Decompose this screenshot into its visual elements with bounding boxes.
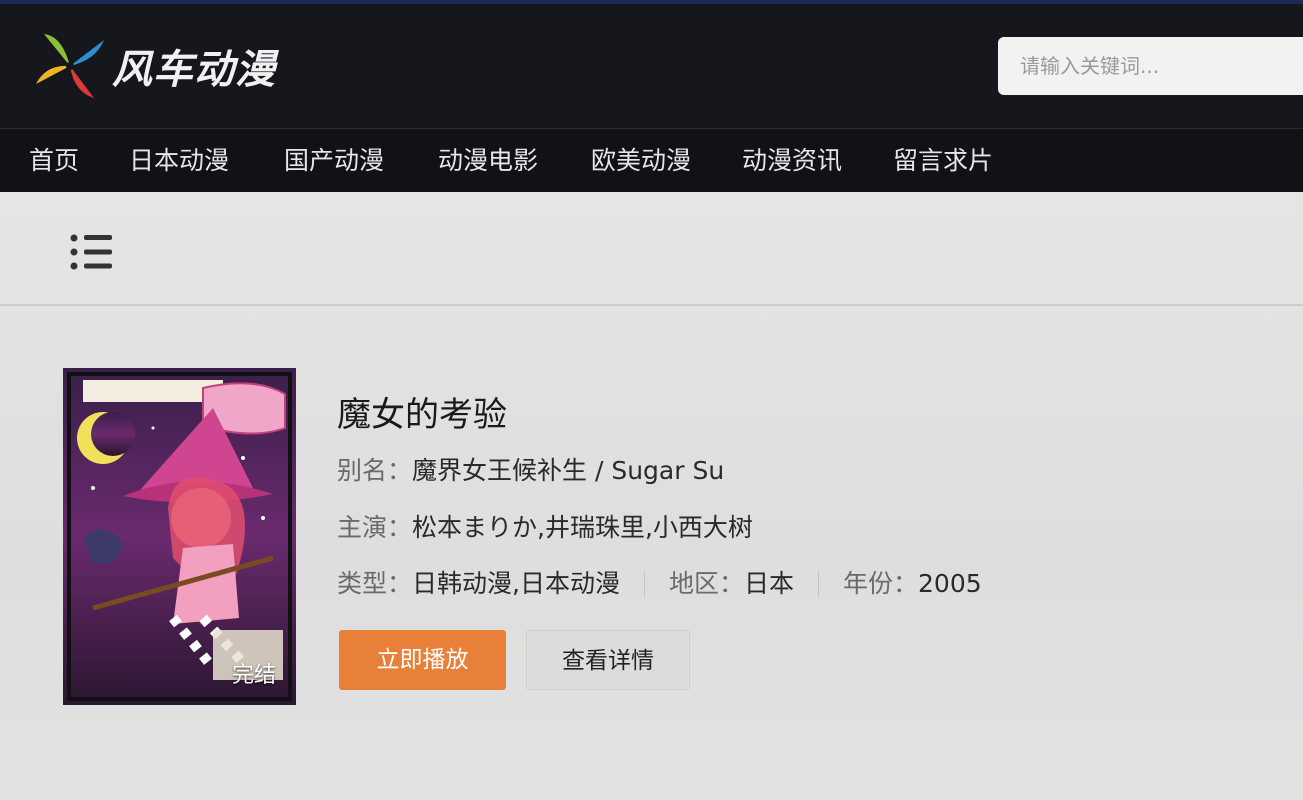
meta-separator <box>818 571 819 597</box>
nav-item-chinese-anime[interactable]: 国产动漫 <box>284 129 384 193</box>
logo-text: 风车动漫 <box>112 47 276 93</box>
cast-value: 松本まりか,井瑞珠里,小西大树 <box>412 513 753 542</box>
play-now-button[interactable]: 立即播放 <box>339 630 506 690</box>
year-label: 年份： <box>843 569 919 598</box>
alias-row: 别名： 魔界女王候补生 / Sugar Su <box>337 454 724 488</box>
view-details-button[interactable]: 查看详情 <box>526 630 690 690</box>
section-divider <box>0 304 1303 306</box>
nav-item-japanese-anime[interactable]: 日本动漫 <box>129 129 229 193</box>
main-content: 完结 魔女的考验 别名： 魔界女王候补生 / Sugar Su 主演： 松本まり… <box>0 192 1303 800</box>
nav-item-western-anime[interactable]: 欧美动漫 <box>591 129 691 193</box>
meta-row: 类型： 日韩动漫,日本动漫 地区： 日本 年份： 2005 <box>337 567 982 601</box>
anime-title: 魔女的考验 <box>337 395 507 435</box>
search-input[interactable] <box>998 37 1303 95</box>
main-nav: 首页 日本动漫 国产动漫 动漫电影 欧美动漫 动漫资讯 留言求片 <box>0 128 1303 192</box>
nav-item-home[interactable]: 首页 <box>29 129 79 193</box>
poster-image[interactable]: 完结 <box>63 368 296 705</box>
alias-label: 别名： <box>337 456 413 485</box>
pinwheel-icon <box>36 34 104 98</box>
region-value[interactable]: 日本 <box>744 567 794 601</box>
year-value[interactable]: 2005 <box>918 567 982 601</box>
site-header: 风车动漫 <box>0 0 1303 128</box>
status-badge: 完结 <box>231 663 276 688</box>
cast-label: 主演： <box>337 513 413 542</box>
genre-label: 类型： <box>337 569 413 598</box>
site-logo[interactable]: 风车动漫 <box>32 30 276 102</box>
list-menu-icon[interactable] <box>66 232 118 272</box>
region-label: 地区： <box>668 569 744 598</box>
cast-row: 主演： 松本まりか,井瑞珠里,小西大树 <box>337 511 753 545</box>
genre-value[interactable]: 日韩动漫,日本动漫 <box>412 567 620 601</box>
nav-item-anime-news[interactable]: 动漫资讯 <box>742 129 842 193</box>
meta-separator <box>643 571 645 597</box>
alias-value: 魔界女王候补生 / Sugar Su <box>412 456 725 485</box>
nav-item-request[interactable]: 留言求片 <box>893 129 993 193</box>
nav-item-anime-movies[interactable]: 动漫电影 <box>438 129 538 193</box>
